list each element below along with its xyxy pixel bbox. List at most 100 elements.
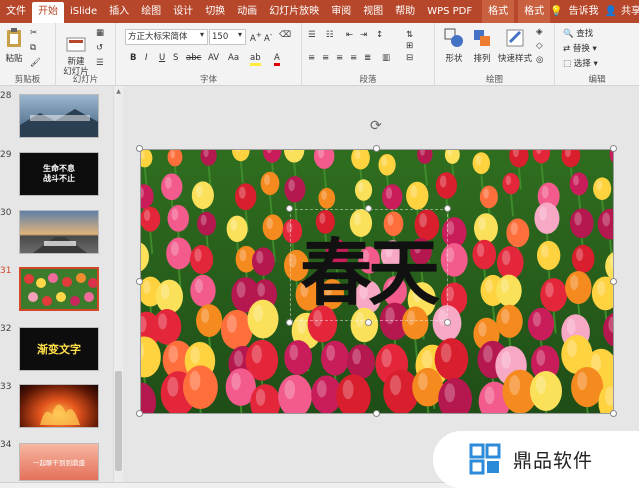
tab-transitions[interactable]: 切换 — [199, 0, 231, 23]
format-painter-icon[interactable]: 🖌 — [30, 58, 41, 68]
tell-me-search[interactable]: 告诉我 — [565, 0, 603, 23]
change-case-icon[interactable]: Aa — [228, 53, 239, 63]
bold-icon[interactable]: B — [130, 53, 136, 63]
tab-insert[interactable]: 插入 — [103, 0, 135, 23]
italic-icon[interactable]: I — [145, 53, 148, 63]
tab-view[interactable]: 视图 — [357, 0, 389, 23]
shape-effects-icon[interactable]: ◎ — [536, 55, 543, 65]
resize-handle[interactable] — [610, 410, 617, 417]
align-center-icon[interactable]: ≡ — [322, 53, 329, 63]
resize-handle[interactable] — [373, 410, 380, 417]
columns-icon[interactable]: ▥ — [382, 53, 390, 63]
thumbnail-scrollbar[interactable]: ▲ — [113, 86, 123, 482]
text-direction-icon[interactable]: ⇅ — [406, 30, 413, 40]
resize-handle[interactable] — [136, 278, 143, 285]
select-button[interactable]: ⬚ 选择 ▾ — [563, 57, 598, 69]
resize-handle[interactable] — [373, 145, 380, 152]
road-thumbnail-image — [32, 237, 88, 253]
ribbon-home: 粘贴 ✂ ⧉ 🖌 剪贴板 新建 幻灯片 ▦ ↺ ☰ 幻灯片 方正大标宋简体 ▾ … — [0, 23, 639, 86]
select-label: 选择 — [573, 59, 591, 69]
cut-icon[interactable]: ✂ — [30, 28, 37, 38]
increase-indent-icon[interactable]: ⇥ — [360, 30, 367, 40]
tab-help[interactable]: 帮助 — [389, 0, 421, 23]
paste-button[interactable]: 粘贴 — [3, 27, 25, 64]
resize-handle[interactable] — [610, 278, 617, 285]
shape-outline-icon[interactable]: ◇ — [536, 41, 543, 51]
tab-home[interactable]: 开始 — [32, 2, 64, 23]
highlight-icon[interactable]: ab — [250, 53, 261, 66]
quick-styles-label: 快速样式 — [497, 54, 532, 64]
text-resize-handle[interactable] — [365, 319, 372, 326]
tab-draw[interactable]: 绘图 — [135, 0, 167, 23]
shape-fill-icon[interactable]: ◈ — [536, 27, 543, 37]
smartart-icon[interactable]: ⊞ — [406, 41, 413, 51]
copy-icon[interactable]: ⧉ — [30, 43, 36, 53]
text-resize-handle[interactable] — [444, 205, 451, 212]
replace-button[interactable]: ⇄ 替换 ▾ — [563, 42, 597, 54]
watermark-badge: 鼎品软件 — [433, 431, 639, 488]
tab-format-1[interactable]: 格式 — [482, 0, 515, 23]
clear-format-icon[interactable]: ⌫ — [279, 30, 291, 40]
align-right-icon[interactable]: ≡ — [336, 53, 343, 63]
thumbnail-number: 32 — [0, 324, 12, 334]
bullets-icon[interactable]: ☰ — [308, 30, 316, 40]
thumbnail-slide-32[interactable]: 渐变文字 — [19, 327, 99, 371]
align-left-icon[interactable]: ≡ — [308, 53, 315, 63]
text-resize-handle[interactable] — [286, 205, 293, 212]
replace-label: 替换 — [572, 44, 590, 54]
tab-design[interactable]: 设计 — [167, 0, 199, 23]
tab-islide[interactable]: iSlide — [64, 0, 103, 23]
text-resize-handle[interactable] — [444, 319, 451, 326]
thumbnail-slide-33[interactable] — [19, 384, 99, 428]
font-size-chevron-icon[interactable]: ▾ — [238, 30, 242, 39]
tab-review[interactable]: 审阅 — [325, 0, 357, 23]
resize-handle[interactable] — [136, 410, 143, 417]
resize-handle[interactable] — [136, 145, 143, 152]
layout-icon[interactable]: ▦ — [96, 28, 104, 38]
distribute-icon[interactable]: ≣ — [364, 53, 371, 63]
thumbnail-slide-30[interactable] — [19, 210, 99, 254]
font-group-label: 字体 — [199, 75, 217, 85]
align-text-icon[interactable]: ⊟ — [406, 53, 413, 63]
char-spacing-icon[interactable]: AV — [208, 53, 219, 63]
decrease-indent-icon[interactable]: ⇤ — [346, 30, 353, 40]
quick-styles-button[interactable]: 快速样式 — [497, 27, 533, 64]
group-editing: 🔍 查找 ⇄ 替换 ▾ ⬚ 选择 ▾ 编辑 — [555, 23, 639, 86]
text-resize-handle[interactable] — [365, 205, 372, 212]
find-button[interactable]: 🔍 查找 — [563, 27, 593, 39]
shapes-button[interactable]: 形状 — [441, 27, 467, 64]
justify-icon[interactable]: ≡ — [350, 53, 357, 63]
tab-format-2[interactable]: 格式 — [518, 0, 551, 23]
text-resize-handle[interactable] — [286, 319, 293, 326]
tab-slideshow[interactable]: 幻灯片放映 — [263, 0, 325, 23]
font-color-icon[interactable]: A — [274, 53, 280, 66]
thumbnail-slide-29[interactable]: 生命不息 战斗不止 — [19, 152, 99, 196]
strikethrough-icon[interactable]: abc — [186, 53, 201, 63]
scrollbar-thumb[interactable] — [115, 371, 122, 471]
tab-animations[interactable]: 动画 — [231, 0, 263, 23]
line-spacing-icon[interactable]: ↕ — [376, 30, 383, 40]
thumbnail-slide-28[interactable] — [19, 94, 99, 138]
tab-wps-pdf[interactable]: WPS PDF — [421, 0, 478, 23]
section-icon[interactable]: ☰ — [96, 58, 104, 68]
rotate-handle-icon[interactable]: ⟳ — [370, 118, 382, 134]
shadow-icon[interactable]: S — [173, 53, 178, 63]
shrink-font-icon[interactable]: A- — [264, 30, 272, 44]
thumbnail-text: 生命不息 战斗不止 — [43, 164, 75, 183]
numbering-icon[interactable]: ☷ — [326, 30, 334, 40]
font-name-select[interactable]: 方正大标宋简体 — [125, 29, 208, 45]
arrange-icon — [474, 30, 490, 46]
grow-font-icon[interactable]: A+ — [250, 30, 262, 44]
thumbnail-slide-34[interactable]: 一起聊干到到鼎盛 — [19, 443, 99, 481]
group-paragraph: ☰ ☷ ⇤ ⇥ ↕ ⇅ ≡ ≡ ≡ ≡ ≣ ▥ ⊟ ⊞ 段落 — [302, 23, 435, 86]
underline-icon[interactable]: U — [159, 53, 165, 63]
group-drawing: 形状 排列 快速样式 ◈ ◇ ◎ 绘图 — [435, 23, 555, 86]
scroll-up-icon[interactable]: ▲ — [114, 88, 123, 95]
chevron-down-icon[interactable]: ▾ — [200, 30, 204, 39]
tab-file[interactable]: 文件 — [0, 0, 32, 23]
reset-icon[interactable]: ↺ — [96, 43, 103, 53]
share-button[interactable]: 共享 — [619, 0, 639, 23]
resize-handle[interactable] — [610, 145, 617, 152]
thumbnail-slide-31-selected[interactable] — [19, 267, 99, 311]
arrange-button[interactable]: 排列 — [469, 27, 495, 64]
